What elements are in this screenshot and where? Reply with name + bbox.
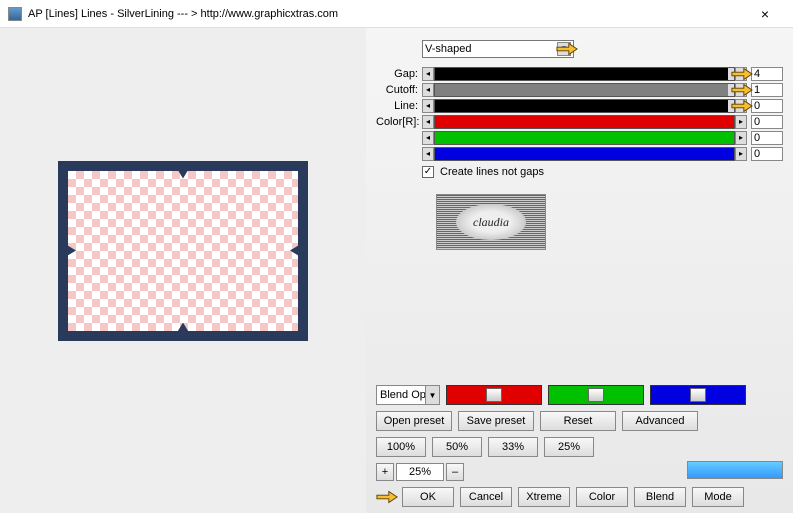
zoom-33-button[interactable]: 33% [488, 437, 538, 457]
g-value[interactable]: 0 [751, 131, 783, 145]
b-decrement[interactable]: ◂ [422, 147, 434, 161]
pointer-hand-icon [731, 82, 753, 98]
cutoff-decrement[interactable]: ◂ [422, 83, 434, 97]
gap-track[interactable] [434, 67, 735, 81]
pointer-hand-icon [376, 489, 398, 505]
pointer-hand-icon [731, 66, 753, 82]
preview-pane [0, 28, 366, 513]
line-track[interactable] [434, 99, 735, 113]
slider-thumb[interactable] [486, 388, 502, 402]
blend-options-dropdown[interactable]: Blend Optio ▼ [376, 385, 440, 405]
zoom-out-button[interactable]: – [446, 463, 464, 481]
g-increment[interactable]: ▸ [735, 131, 747, 145]
cutoff-track[interactable] [434, 83, 735, 97]
zoom-50-button[interactable]: 50% [432, 437, 482, 457]
create-lines-checkbox-row: ✓ Create lines not gaps [422, 166, 783, 178]
ok-button[interactable]: OK [402, 487, 454, 507]
line-value[interactable]: 0 [751, 99, 783, 113]
r-increment[interactable]: ▸ [735, 115, 747, 129]
slider-thumb[interactable] [588, 388, 604, 402]
chevron-down-icon[interactable]: ▼ [425, 386, 439, 404]
color-button[interactable]: Color [576, 487, 628, 507]
create-lines-checkbox[interactable]: ✓ [422, 166, 434, 178]
r-decrement[interactable]: ◂ [422, 115, 434, 129]
zoom-25-button[interactable]: 25% [544, 437, 594, 457]
r-track[interactable] [434, 115, 735, 129]
xtreme-button[interactable]: Xtreme [518, 487, 570, 507]
brand-logo-text: claudia [456, 204, 526, 240]
shape-value: V-shaped [425, 43, 471, 55]
slider-thumb[interactable] [690, 388, 706, 402]
open-preset-button[interactable]: Open preset [376, 411, 452, 431]
controls-pane: V-shaped ▼ Gap: ◂ ▸ 4 Cutoff: ◂ [366, 28, 793, 513]
shape-dropdown[interactable]: V-shaped ▼ [422, 40, 574, 58]
titlebar: AP [Lines] Lines - SilverLining --- > ht… [0, 0, 793, 28]
close-button[interactable]: × [745, 3, 785, 25]
preview-image[interactable] [58, 161, 308, 341]
slider-color-b: ◂ ▸ 0 [376, 146, 783, 162]
window-title: AP [Lines] Lines - SilverLining --- > ht… [28, 8, 745, 20]
slider-gap: Gap: ◂ ▸ 4 [376, 66, 783, 82]
g-track[interactable] [434, 131, 735, 145]
b-value[interactable]: 0 [751, 147, 783, 161]
cutoff-value[interactable]: 1 [751, 83, 783, 97]
app-icon [8, 7, 22, 21]
slider-color-r: Color[R]: ◂ ▸ 0 [376, 114, 783, 130]
b-increment[interactable]: ▸ [735, 147, 747, 161]
progress-bar [687, 461, 783, 479]
zoom-100-button[interactable]: 100% [376, 437, 426, 457]
blend-slider-r[interactable] [446, 385, 542, 405]
b-track[interactable] [434, 147, 735, 161]
save-preset-button[interactable]: Save preset [458, 411, 534, 431]
zoom-value[interactable]: 25% [396, 463, 444, 481]
slider-cutoff: Cutoff: ◂ ▸ 1 [376, 82, 783, 98]
blend-button[interactable]: Blend [634, 487, 686, 507]
g-decrement[interactable]: ◂ [422, 131, 434, 145]
pointer-hand-icon [556, 41, 578, 57]
r-value[interactable]: 0 [751, 115, 783, 129]
slider-color-g: ◂ ▸ 0 [376, 130, 783, 146]
gap-value[interactable]: 4 [751, 67, 783, 81]
slider-line: Line: ◂ ▸ 0 [376, 98, 783, 114]
brand-logo: claudia [436, 194, 546, 250]
line-decrement[interactable]: ◂ [422, 99, 434, 113]
mode-button[interactable]: Mode [692, 487, 744, 507]
pointer-hand-icon [731, 98, 753, 114]
blend-slider-b[interactable] [650, 385, 746, 405]
advanced-button[interactable]: Advanced [622, 411, 698, 431]
reset-button[interactable]: Reset [540, 411, 616, 431]
blend-slider-g[interactable] [548, 385, 644, 405]
cancel-button[interactable]: Cancel [460, 487, 512, 507]
create-lines-label: Create lines not gaps [440, 166, 544, 178]
zoom-in-button[interactable]: + [376, 463, 394, 481]
gap-decrement[interactable]: ◂ [422, 67, 434, 81]
